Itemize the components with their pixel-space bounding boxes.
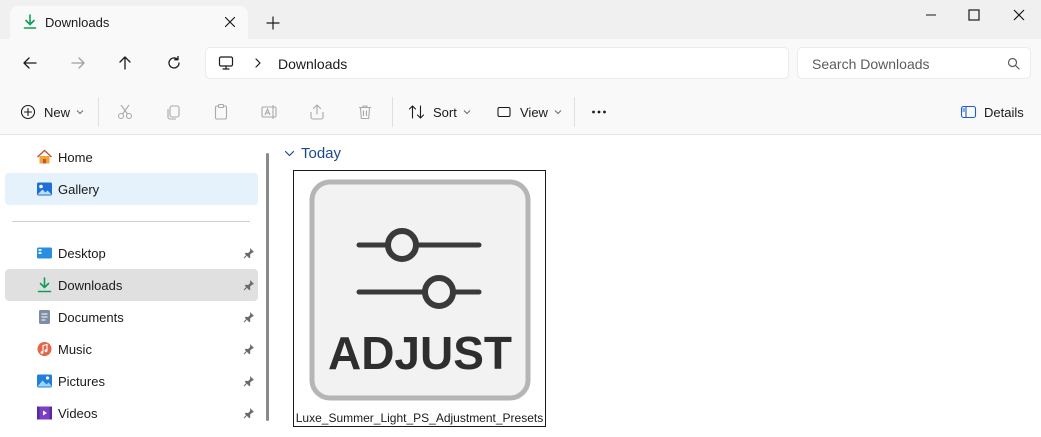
navigation-pane: Home Gallery Desktop Downloads Documents — [0, 135, 272, 437]
share-icon[interactable] — [308, 101, 326, 123]
new-tab-icon[interactable] — [264, 14, 282, 32]
thumbnail-text: ADJUST — [328, 327, 512, 379]
details-pane-icon — [960, 104, 977, 120]
file-item[interactable]: ADJUST Luxe_Summer_Light_PS_Adjustment_P… — [293, 170, 546, 427]
new-label: New — [44, 104, 71, 120]
more-ellipsis-icon[interactable] — [590, 101, 608, 123]
toolbar-divider — [392, 97, 393, 127]
up-arrow-icon[interactable] — [114, 52, 136, 74]
music-folder-icon — [36, 341, 53, 357]
tab-downloads[interactable]: Downloads — [10, 6, 248, 39]
chevron-down-icon — [284, 148, 295, 159]
delete-icon[interactable] — [356, 101, 374, 123]
sort-label: Sort — [433, 104, 457, 120]
sidebar-item-downloads[interactable]: Downloads — [5, 269, 258, 301]
sidebar-item-label: Music — [58, 342, 92, 357]
group-header-today[interactable]: Today — [284, 145, 341, 162]
details-label: Details — [984, 104, 1024, 120]
minimize-button[interactable] — [908, 0, 954, 30]
file-list: Today ADJUST Luxe_Summer_Light_PS_Adjust… — [272, 135, 1041, 437]
copy-icon[interactable] — [164, 101, 182, 123]
command-bar: New Sort View Details — [0, 87, 1041, 135]
sidebar-divider — [12, 221, 250, 222]
sidebar-item-videos[interactable]: Videos — [5, 397, 258, 429]
file-name: Luxe_Summer_Light_PS_Adjustment_Presets — [295, 411, 544, 425]
chevron-down-icon — [554, 108, 562, 116]
download-icon — [22, 14, 38, 30]
sort-button[interactable]: Sort — [408, 101, 471, 123]
videos-folder-icon — [36, 405, 53, 421]
documents-folder-icon — [36, 309, 53, 325]
sidebar-item-gallery[interactable]: Gallery — [5, 173, 258, 205]
sidebar-item-label: Home — [58, 150, 93, 165]
sidebar-item-label: Documents — [58, 310, 124, 325]
sidebar-item-label: Videos — [58, 406, 98, 421]
sidebar-item-pictures[interactable]: Pictures — [5, 365, 258, 397]
breadcrumb-chevron-icon[interactable] — [252, 57, 264, 69]
close-tab-icon[interactable] — [222, 14, 238, 30]
title-bar: Downloads — [0, 0, 1041, 39]
refresh-icon[interactable] — [163, 52, 185, 74]
group-title: Today — [301, 145, 342, 162]
view-button[interactable]: View — [496, 101, 562, 123]
address-row: Downloads Search Downloads — [0, 39, 1041, 87]
pin-icon[interactable] — [243, 407, 255, 419]
pin-icon[interactable] — [243, 247, 255, 259]
chevron-down-icon — [463, 108, 471, 116]
desktop-folder-icon — [36, 245, 53, 261]
sidebar-item-label: Desktop — [58, 246, 106, 261]
this-pc-icon[interactable] — [218, 55, 234, 71]
close-window-button[interactable] — [996, 0, 1041, 30]
search-input[interactable]: Search Downloads — [797, 47, 1031, 79]
rename-icon[interactable] — [260, 101, 278, 123]
breadcrumb-downloads[interactable]: Downloads — [278, 56, 347, 72]
sidebar-item-desktop[interactable]: Desktop — [5, 237, 258, 269]
toolbar-divider — [574, 97, 575, 127]
pin-icon[interactable] — [243, 343, 255, 355]
back-arrow-icon[interactable] — [19, 52, 41, 74]
sidebar-item-label: Gallery — [58, 182, 100, 197]
plus-circle-icon — [20, 104, 36, 120]
view-label: View — [520, 104, 548, 120]
sidebar-item-label: Downloads — [58, 278, 123, 293]
maximize-button[interactable] — [951, 0, 997, 30]
home-icon — [36, 149, 53, 165]
pin-icon[interactable] — [243, 311, 255, 323]
search-placeholder: Search Downloads — [812, 56, 930, 72]
search-icon — [1007, 57, 1020, 70]
address-bar[interactable]: Downloads — [205, 47, 789, 79]
pin-icon[interactable] — [243, 279, 255, 291]
sidebar-item-home[interactable]: Home — [5, 141, 258, 173]
view-layout-icon — [496, 104, 512, 120]
sort-arrows-icon — [408, 104, 425, 120]
pictures-folder-icon — [36, 373, 53, 389]
chevron-down-icon — [76, 108, 84, 116]
sidebar-item-documents[interactable]: Documents — [5, 301, 258, 333]
gallery-icon — [36, 181, 53, 197]
paste-icon[interactable] — [212, 101, 230, 123]
sidebar-item-music[interactable]: Music — [5, 333, 258, 365]
sidebar-scrollbar[interactable] — [266, 153, 269, 421]
cut-icon[interactable] — [116, 101, 134, 123]
sidebar-item-label: Pictures — [58, 374, 105, 389]
forward-arrow-icon[interactable] — [67, 52, 89, 74]
toolbar-divider — [98, 97, 99, 127]
details-button[interactable]: Details — [960, 101, 1024, 123]
pin-icon[interactable] — [243, 375, 255, 387]
file-thumbnail: ADJUST — [309, 179, 531, 401]
new-button[interactable]: New — [20, 101, 84, 123]
download-icon — [36, 277, 53, 293]
tab-title: Downloads — [45, 15, 110, 30]
